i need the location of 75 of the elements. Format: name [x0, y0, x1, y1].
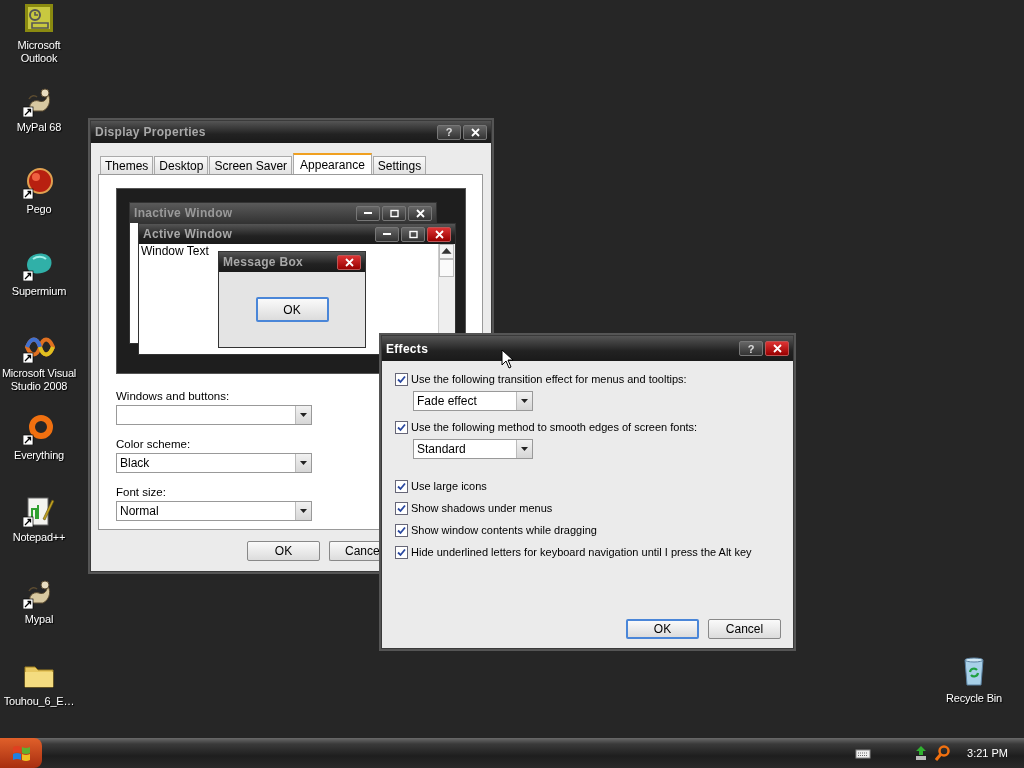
icon-label[interactable]: Pego	[26, 203, 52, 216]
caret-icon	[300, 413, 307, 417]
maximize-button[interactable]	[401, 226, 425, 242]
minimize-button[interactable]	[356, 205, 380, 221]
check-icon	[397, 374, 406, 384]
check-icon	[397, 525, 406, 535]
window-title: Message Box	[223, 255, 304, 269]
icon-label[interactable]: Recycle Bin	[946, 692, 1002, 705]
cancel-button[interactable]: Cancel	[708, 619, 781, 639]
checkbox-label[interactable]: Show window contents while dragging	[411, 524, 597, 536]
close-icon	[415, 208, 425, 218]
windows-logo-icon	[11, 744, 31, 762]
caret-icon	[521, 399, 528, 403]
caret-icon	[300, 509, 307, 513]
icon-label[interactable]: Microsoft Outlook	[0, 39, 78, 65]
check-icon	[397, 481, 406, 491]
start-button[interactable]	[0, 738, 42, 768]
app-icon[interactable]	[23, 413, 55, 445]
pointer-icon	[501, 349, 514, 369]
close-icon	[470, 127, 480, 137]
icon-label[interactable]: Everything	[14, 449, 64, 462]
minimize-button[interactable]	[375, 226, 399, 242]
app-icon[interactable]	[23, 495, 55, 527]
close-icon	[434, 229, 444, 239]
minimize-icon	[364, 212, 372, 214]
checkbox[interactable]	[395, 523, 408, 537]
close-button[interactable]	[427, 226, 451, 242]
checkbox[interactable]	[395, 420, 408, 434]
window-text: Window Text	[141, 244, 209, 258]
icon-label[interactable]: Mypal	[24, 613, 54, 626]
caret-icon	[521, 447, 528, 451]
checkbox[interactable]	[395, 372, 408, 386]
icon-label[interactable]: MyPal 68	[16, 121, 62, 134]
icon-label[interactable]: Touhou_6_E…	[3, 695, 75, 708]
dropdown[interactable]: Fade effect	[413, 391, 533, 411]
checkbox[interactable]	[395, 501, 408, 515]
window-title: Effects	[386, 341, 430, 356]
app-icon[interactable]	[23, 167, 55, 199]
close-icon	[344, 257, 354, 267]
checkbox-label[interactable]: Use large icons	[411, 480, 487, 492]
checkbox-label[interactable]: Hide underlined letters for keyboard navigation until I press the Alt key	[411, 546, 752, 558]
maximize-icon	[408, 229, 418, 239]
app-icon[interactable]	[23, 3, 55, 35]
window-title: Inactive Window	[134, 206, 234, 220]
field-label: Font size:	[116, 485, 167, 499]
check-icon	[397, 547, 406, 557]
clock[interactable]: 3:21 PM	[967, 747, 1008, 759]
help-button[interactable]: ?	[739, 341, 763, 356]
close-button[interactable]	[765, 341, 789, 356]
icon-label[interactable]: Microsoft Visual Studio 2008	[0, 367, 78, 393]
icon-label[interactable]: Notepad++	[12, 531, 66, 544]
window-title: Active Window	[143, 227, 234, 241]
close-button[interactable]	[408, 205, 432, 221]
checkbox[interactable]	[395, 545, 408, 559]
close-icon	[772, 344, 782, 353]
window-title: Display Properties	[95, 125, 207, 139]
scrollbar-thumb[interactable]	[439, 259, 454, 277]
maximize-icon	[389, 208, 399, 218]
ok-button[interactable]: OK	[255, 297, 329, 322]
icon-label[interactable]: Supermium	[11, 285, 67, 298]
ok-button[interactable]: OK	[626, 619, 699, 639]
close-button[interactable]	[337, 254, 361, 270]
search-icon[interactable]	[935, 745, 952, 761]
checkbox-label[interactable]: Use the following transition effect for menus and tooltips:	[411, 373, 687, 385]
check-icon	[397, 503, 406, 513]
caret-icon	[300, 461, 307, 465]
maximize-button[interactable]	[382, 205, 406, 221]
field-label: Windows and buttons:	[116, 389, 231, 403]
checkbox-label[interactable]: Show shadows under menus	[411, 502, 553, 514]
dropdown[interactable]: Standard	[413, 439, 533, 459]
check-icon	[397, 422, 406, 432]
checkbox-label[interactable]: Use the following method to smooth edges of screen fonts:	[411, 421, 698, 433]
field-label: Color scheme:	[116, 437, 192, 451]
minimize-icon	[383, 233, 391, 235]
checkbox[interactable]	[395, 479, 408, 493]
